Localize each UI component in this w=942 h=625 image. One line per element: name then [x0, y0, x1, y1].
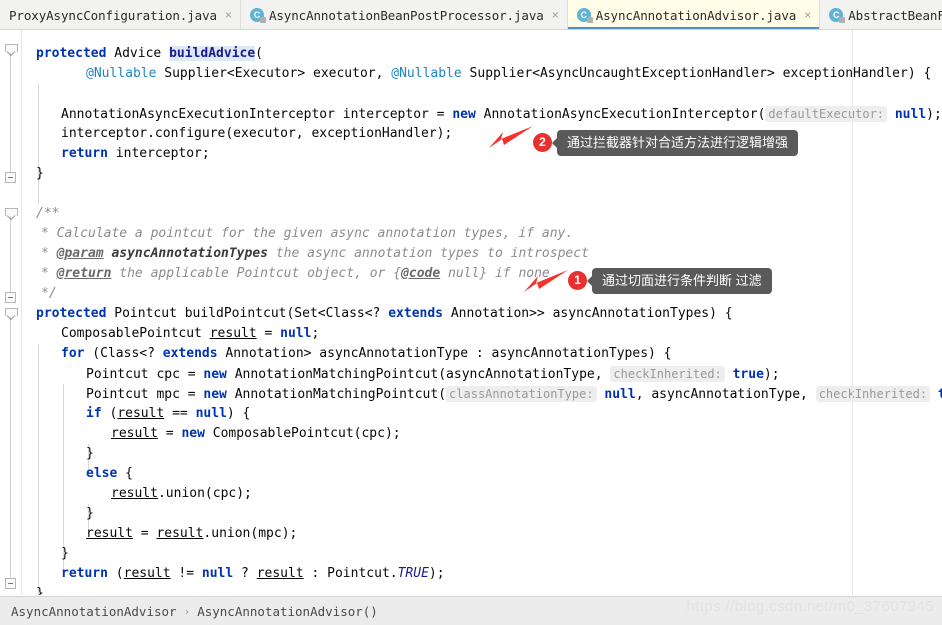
- java-class-icon: C: [576, 8, 593, 23]
- code-line[interactable]: result = new ComposablePointcut(cpc);: [111, 424, 401, 444]
- fold-arrow-icon[interactable]: [5, 44, 18, 55]
- breadcrumb-item-class[interactable]: AsyncAnnotationAdvisor: [11, 604, 177, 619]
- editor-tab-label: ProxyAsyncConfiguration.java: [9, 7, 217, 23]
- fold-region-line: [10, 212, 11, 300]
- fold-collapse-icon[interactable]: [5, 172, 16, 183]
- code-line[interactable]: Pointcut mpc = new AnnotationMatchingPoi…: [86, 384, 942, 404]
- code-line[interactable]: /**: [36, 204, 59, 224]
- editor-gutter[interactable]: [0, 30, 22, 595]
- close-icon[interactable]: ×: [549, 8, 559, 22]
- code-line[interactable]: protected Pointcut buildPointcut(Set<Cla…: [36, 304, 733, 324]
- editor-tab-3[interactable]: CAbstractBeanFactoryAwar: [820, 0, 942, 29]
- code-line[interactable]: for (Class<? extends Annotation> asyncAn…: [61, 344, 672, 364]
- indent-guide: [38, 344, 39, 595]
- ide-window: ProxyAsyncConfiguration.java × C AsyncAnnot…: [0, 0, 942, 625]
- annotation-badge-2: 2: [533, 133, 552, 152]
- code-line[interactable]: */: [41, 284, 57, 304]
- fold-collapse-icon[interactable]: [5, 578, 16, 589]
- editor-tab-bar: ProxyAsyncConfiguration.java × C AsyncAnnot…: [0, 0, 942, 30]
- annotation-badge-1: 1: [568, 271, 587, 290]
- code-line[interactable]: }: [86, 504, 94, 524]
- code-line[interactable]: result.union(cpc);: [111, 484, 252, 504]
- fold-region-line: [10, 48, 11, 178]
- editor-tab-0[interactable]: ProxyAsyncConfiguration.java ×: [0, 0, 241, 29]
- editor-tab-label: AsyncAnnotationAdvisor.java: [595, 7, 797, 23]
- editor-tab-label: AsyncAnnotationBeanPostProcessor.java: [268, 7, 544, 23]
- code-line[interactable]: return interceptor;: [61, 144, 210, 164]
- annotation-tooltip-1: 通过切面进行条件判断 过滤: [587, 268, 772, 294]
- annotation-tooltip-2: 通过拦截器针对合适方法进行逻辑增强: [551, 130, 799, 156]
- code-line[interactable]: }: [36, 164, 44, 184]
- code-line[interactable]: * Calculate a pointcut for the given asy…: [41, 224, 573, 244]
- code-line[interactable]: * @return the applicable Pointcut object…: [41, 264, 550, 284]
- code-line[interactable]: return (result != null ? result : Pointc…: [61, 564, 445, 584]
- code-editor[interactable]: protected Advice buildAdvice(@Nullable S…: [22, 30, 942, 595]
- close-icon[interactable]: ×: [801, 8, 811, 22]
- editor-tab-1[interactable]: C AsyncAnnotationBeanPostProcessor.java ×: [240, 0, 568, 29]
- code-line[interactable]: Pointcut cpc = new AnnotationMatchingPoi…: [86, 364, 780, 384]
- code-line[interactable]: @Nullable Supplier<Executor> executor, @…: [86, 64, 931, 84]
- code-line[interactable]: result = result.union(mpc);: [86, 524, 297, 544]
- right-margin-guide: [852, 30, 853, 595]
- java-class-icon: C: [829, 8, 846, 23]
- code-line[interactable]: }: [36, 584, 44, 595]
- pointer-arrow-icon: [489, 126, 533, 148]
- code-line[interactable]: }: [61, 544, 69, 564]
- code-line[interactable]: ComposablePointcut result = null;: [61, 324, 319, 344]
- breadcrumb[interactable]: AsyncAnnotationAdvisor › AsyncAnnotation…: [0, 596, 942, 625]
- indent-guide: [38, 84, 39, 204]
- fold-arrow-icon[interactable]: [5, 308, 18, 319]
- java-class-icon: C: [249, 8, 266, 23]
- close-icon[interactable]: ×: [222, 8, 232, 22]
- fold-collapse-icon[interactable]: [5, 292, 16, 303]
- code-line[interactable]: AnnotationAsyncExecutionInterceptor inte…: [61, 104, 942, 124]
- code-line[interactable]: if (result == null) {: [86, 404, 250, 424]
- pointer-arrow-icon: [524, 270, 568, 292]
- chevron-right-icon: ›: [183, 604, 191, 618]
- fold-region-line: [10, 312, 11, 584]
- code-line[interactable]: * @param asyncAnnotationTypes the async …: [41, 244, 589, 264]
- code-line[interactable]: protected Advice buildAdvice(: [36, 44, 263, 64]
- editor-tab-2[interactable]: C AsyncAnnotationAdvisor.java ×: [567, 0, 821, 29]
- editor-tab-label: AbstractBeanFactoryAwar: [848, 7, 942, 23]
- breadcrumb-item-method[interactable]: AsyncAnnotationAdvisor(): [197, 604, 378, 619]
- code-line[interactable]: else {: [86, 464, 133, 484]
- fold-arrow-icon[interactable]: [5, 208, 18, 219]
- code-line[interactable]: }: [86, 444, 94, 464]
- code-line[interactable]: interceptor.configure(executor, exceptio…: [61, 124, 452, 144]
